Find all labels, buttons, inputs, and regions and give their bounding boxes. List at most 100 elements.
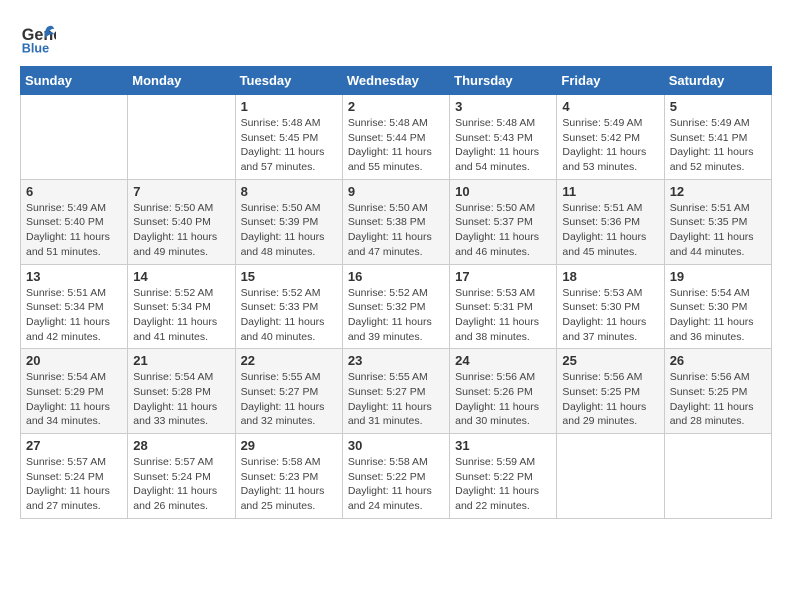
day-info: Sunrise: 5:58 AM Sunset: 5:23 PM Dayligh… xyxy=(241,455,337,514)
day-info: Sunrise: 5:50 AM Sunset: 5:39 PM Dayligh… xyxy=(241,201,337,260)
calendar-cell: 18 Sunrise: 5:53 AM Sunset: 5:30 PM Dayli… xyxy=(557,264,664,349)
day-number: 26 xyxy=(670,353,766,368)
day-info: Sunrise: 5:54 AM Sunset: 5:29 PM Dayligh… xyxy=(26,370,122,429)
calendar-cell: 10 Sunrise: 5:50 AM Sunset: 5:37 PM Dayli… xyxy=(450,179,557,264)
day-number: 30 xyxy=(348,438,444,453)
day-number: 23 xyxy=(348,353,444,368)
day-info: Sunrise: 5:58 AM Sunset: 5:22 PM Dayligh… xyxy=(348,455,444,514)
calendar-cell: 25 Sunrise: 5:56 AM Sunset: 5:25 PM Dayli… xyxy=(557,349,664,434)
header-row: SundayMondayTuesdayWednesdayThursdayFrid… xyxy=(21,67,772,95)
calendar-cell: 16 Sunrise: 5:52 AM Sunset: 5:32 PM Dayli… xyxy=(342,264,449,349)
calendar-cell: 1 Sunrise: 5:48 AM Sunset: 5:45 PM Daylig… xyxy=(235,95,342,180)
calendar-table: SundayMondayTuesdayWednesdayThursdayFrid… xyxy=(20,66,772,519)
calendar-cell: 27 Sunrise: 5:57 AM Sunset: 5:24 PM Dayli… xyxy=(21,434,128,519)
calendar-week-1: 1 Sunrise: 5:48 AM Sunset: 5:45 PM Daylig… xyxy=(21,95,772,180)
calendar-cell: 17 Sunrise: 5:53 AM Sunset: 5:31 PM Dayli… xyxy=(450,264,557,349)
calendar-cell: 29 Sunrise: 5:58 AM Sunset: 5:23 PM Dayli… xyxy=(235,434,342,519)
calendar-cell: 21 Sunrise: 5:54 AM Sunset: 5:28 PM Dayli… xyxy=(128,349,235,434)
logo: General Blue xyxy=(20,20,62,56)
day-number: 7 xyxy=(133,184,229,199)
day-info: Sunrise: 5:48 AM Sunset: 5:43 PM Dayligh… xyxy=(455,116,551,175)
day-number: 11 xyxy=(562,184,658,199)
calendar-cell: 4 Sunrise: 5:49 AM Sunset: 5:42 PM Daylig… xyxy=(557,95,664,180)
calendar-cell: 30 Sunrise: 5:58 AM Sunset: 5:22 PM Dayli… xyxy=(342,434,449,519)
day-number: 6 xyxy=(26,184,122,199)
column-header-sunday: Sunday xyxy=(21,67,128,95)
calendar-week-4: 20 Sunrise: 5:54 AM Sunset: 5:29 PM Dayli… xyxy=(21,349,772,434)
day-number: 13 xyxy=(26,269,122,284)
day-info: Sunrise: 5:56 AM Sunset: 5:25 PM Dayligh… xyxy=(670,370,766,429)
calendar-cell: 3 Sunrise: 5:48 AM Sunset: 5:43 PM Daylig… xyxy=(450,95,557,180)
day-number: 21 xyxy=(133,353,229,368)
day-info: Sunrise: 5:53 AM Sunset: 5:31 PM Dayligh… xyxy=(455,286,551,345)
day-number: 27 xyxy=(26,438,122,453)
day-number: 15 xyxy=(241,269,337,284)
calendar-cell: 26 Sunrise: 5:56 AM Sunset: 5:25 PM Dayli… xyxy=(664,349,771,434)
day-info: Sunrise: 5:57 AM Sunset: 5:24 PM Dayligh… xyxy=(26,455,122,514)
day-number: 25 xyxy=(562,353,658,368)
day-number: 9 xyxy=(348,184,444,199)
day-number: 31 xyxy=(455,438,551,453)
calendar-cell: 13 Sunrise: 5:51 AM Sunset: 5:34 PM Dayli… xyxy=(21,264,128,349)
day-number: 28 xyxy=(133,438,229,453)
day-number: 22 xyxy=(241,353,337,368)
column-header-thursday: Thursday xyxy=(450,67,557,95)
day-info: Sunrise: 5:54 AM Sunset: 5:28 PM Dayligh… xyxy=(133,370,229,429)
day-number: 14 xyxy=(133,269,229,284)
calendar-cell: 20 Sunrise: 5:54 AM Sunset: 5:29 PM Dayli… xyxy=(21,349,128,434)
column-header-friday: Friday xyxy=(557,67,664,95)
day-number: 1 xyxy=(241,99,337,114)
day-info: Sunrise: 5:52 AM Sunset: 5:32 PM Dayligh… xyxy=(348,286,444,345)
column-header-monday: Monday xyxy=(128,67,235,95)
calendar-cell: 19Sunrise: 5:54 AM Sunset: 5:30 PM Dayli… xyxy=(664,264,771,349)
day-number: 18 xyxy=(562,269,658,284)
calendar-cell: 6 Sunrise: 5:49 AM Sunset: 5:40 PM Daylig… xyxy=(21,179,128,264)
calendar-body: 1 Sunrise: 5:48 AM Sunset: 5:45 PM Daylig… xyxy=(21,95,772,519)
day-number: 29 xyxy=(241,438,337,453)
day-info: Sunrise: 5:56 AM Sunset: 5:26 PM Dayligh… xyxy=(455,370,551,429)
calendar-cell: 9Sunrise: 5:50 AM Sunset: 5:38 PM Daylig… xyxy=(342,179,449,264)
day-number: 3 xyxy=(455,99,551,114)
day-info: Sunrise: 5:48 AM Sunset: 5:45 PM Dayligh… xyxy=(241,116,337,175)
column-header-saturday: Saturday xyxy=(664,67,771,95)
column-header-wednesday: Wednesday xyxy=(342,67,449,95)
page-header: General Blue xyxy=(20,20,772,56)
calendar-cell: 31 Sunrise: 5:59 AM Sunset: 5:22 PM Dayli… xyxy=(450,434,557,519)
calendar-cell: 23 Sunrise: 5:55 AM Sunset: 5:27 PM Dayli… xyxy=(342,349,449,434)
day-info: Sunrise: 5:53 AM Sunset: 5:30 PM Dayligh… xyxy=(562,286,658,345)
calendar-cell xyxy=(664,434,771,519)
day-info: Sunrise: 5:57 AM Sunset: 5:24 PM Dayligh… xyxy=(133,455,229,514)
day-number: 17 xyxy=(455,269,551,284)
calendar-cell: 5 Sunrise: 5:49 AM Sunset: 5:41 PM Daylig… xyxy=(664,95,771,180)
day-info: Sunrise: 5:50 AM Sunset: 5:40 PM Dayligh… xyxy=(133,201,229,260)
day-number: 2 xyxy=(348,99,444,114)
day-info: Sunrise: 5:56 AM Sunset: 5:25 PM Dayligh… xyxy=(562,370,658,429)
calendar-cell: 11 Sunrise: 5:51 AM Sunset: 5:36 PM Dayli… xyxy=(557,179,664,264)
day-number: 16 xyxy=(348,269,444,284)
day-number: 8 xyxy=(241,184,337,199)
day-info: Sunrise: 5:51 AM Sunset: 5:34 PM Dayligh… xyxy=(26,286,122,345)
day-info: Sunrise: 5:49 AM Sunset: 5:42 PM Dayligh… xyxy=(562,116,658,175)
calendar-cell: 22 Sunrise: 5:55 AM Sunset: 5:27 PM Dayli… xyxy=(235,349,342,434)
day-info: Sunrise: 5:54 AM Sunset: 5:30 PM Dayligh… xyxy=(670,286,766,345)
calendar-cell: 14Sunrise: 5:52 AM Sunset: 5:34 PM Dayli… xyxy=(128,264,235,349)
day-number: 5 xyxy=(670,99,766,114)
calendar-cell: 15Sunrise: 5:52 AM Sunset: 5:33 PM Dayli… xyxy=(235,264,342,349)
day-info: Sunrise: 5:55 AM Sunset: 5:27 PM Dayligh… xyxy=(241,370,337,429)
day-info: Sunrise: 5:49 AM Sunset: 5:41 PM Dayligh… xyxy=(670,116,766,175)
logo-icon: General Blue xyxy=(20,20,56,56)
day-number: 10 xyxy=(455,184,551,199)
day-info: Sunrise: 5:55 AM Sunset: 5:27 PM Dayligh… xyxy=(348,370,444,429)
day-info: Sunrise: 5:59 AM Sunset: 5:22 PM Dayligh… xyxy=(455,455,551,514)
day-info: Sunrise: 5:51 AM Sunset: 5:36 PM Dayligh… xyxy=(562,201,658,260)
calendar-cell: 12Sunrise: 5:51 AM Sunset: 5:35 PM Dayli… xyxy=(664,179,771,264)
calendar-week-2: 6 Sunrise: 5:49 AM Sunset: 5:40 PM Daylig… xyxy=(21,179,772,264)
calendar-cell: 24Sunrise: 5:56 AM Sunset: 5:26 PM Dayli… xyxy=(450,349,557,434)
day-info: Sunrise: 5:50 AM Sunset: 5:37 PM Dayligh… xyxy=(455,201,551,260)
svg-text:Blue: Blue xyxy=(22,41,49,55)
day-number: 4 xyxy=(562,99,658,114)
day-info: Sunrise: 5:49 AM Sunset: 5:40 PM Dayligh… xyxy=(26,201,122,260)
calendar-cell: 8 Sunrise: 5:50 AM Sunset: 5:39 PM Daylig… xyxy=(235,179,342,264)
calendar-cell xyxy=(557,434,664,519)
day-number: 20 xyxy=(26,353,122,368)
